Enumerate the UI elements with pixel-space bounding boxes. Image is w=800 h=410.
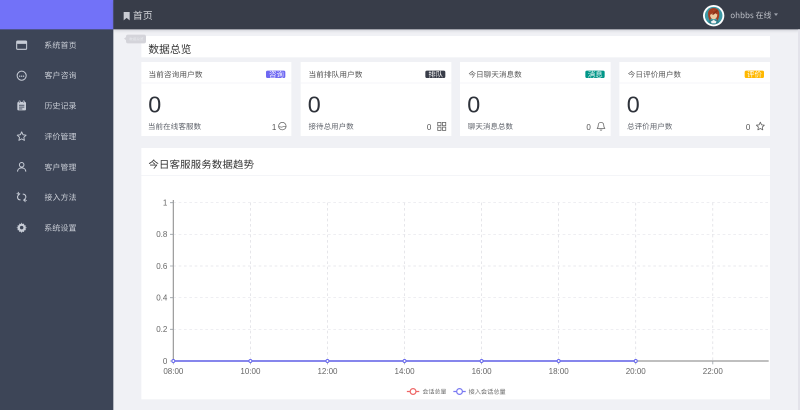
svg-text:0.8: 0.8 <box>156 230 168 239</box>
svg-text:1: 1 <box>163 198 168 207</box>
svg-text:10:00: 10:00 <box>240 367 261 376</box>
svg-text:0.2: 0.2 <box>156 325 168 334</box>
svg-text:08:00: 08:00 <box>163 367 184 376</box>
svg-text:0: 0 <box>163 357 168 366</box>
svg-text:12:00: 12:00 <box>317 367 338 376</box>
svg-text:16:00: 16:00 <box>471 367 492 376</box>
svg-text:18:00: 18:00 <box>548 367 569 376</box>
svg-text:0.4: 0.4 <box>156 293 168 302</box>
svg-text:20:00: 20:00 <box>625 367 646 376</box>
svg-text:22:00: 22:00 <box>702 367 723 376</box>
svg-text:14:00: 14:00 <box>394 367 415 376</box>
svg-text:0.6: 0.6 <box>156 262 168 271</box>
